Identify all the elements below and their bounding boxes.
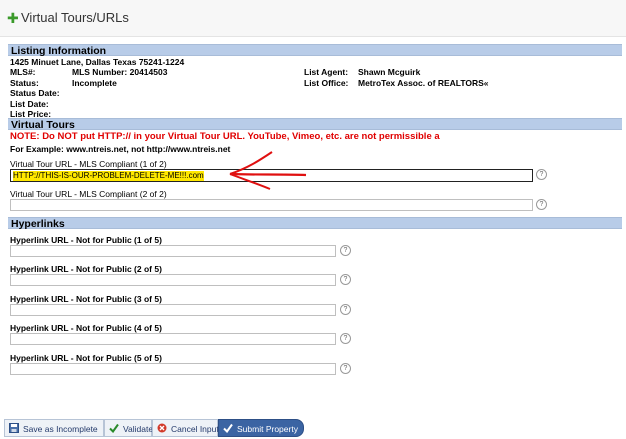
virtual-tour-1-label: Virtual Tour URL - MLS Compliant (1 of 2… — [10, 159, 167, 169]
list-office-value: MetroTex Assoc. of REALTORS« — [358, 78, 489, 88]
hyperlink-2-input[interactable] — [10, 274, 336, 291]
save-disk-icon — [9, 423, 19, 433]
hyperlink-4-field[interactable] — [11, 339, 335, 350]
section-virtual-tours: Virtual Tours — [8, 118, 622, 131]
validate-button[interactable]: Validate — [104, 419, 154, 437]
submit-check-icon — [223, 423, 233, 433]
virtual-tour-1-value: HTTP://THIS-IS-OUR-PROBLEM-DELETE-ME!!!.… — [13, 171, 204, 181]
red-arrow-annotation — [229, 151, 307, 190]
listing-address: 1425 Minuet Lane, Dallas Texas 75241-122… — [10, 57, 185, 67]
help-icon[interactable]: ? — [536, 199, 547, 210]
help-icon[interactable]: ? — [340, 333, 351, 344]
virtual-tour-2-label: Virtual Tour URL - MLS Compliant (2 of 2… — [10, 189, 167, 199]
section-listing-information: Listing Information — [8, 44, 622, 57]
help-icon[interactable]: ? — [340, 363, 351, 374]
hyperlink-5-input[interactable] — [10, 363, 336, 380]
cancel-input-button[interactable]: Cancel Input — [152, 419, 219, 437]
list-office-label: List Office: — [304, 78, 349, 88]
help-icon[interactable]: ? — [340, 245, 351, 256]
save-incomplete-label: Save as Incomplete — [23, 424, 98, 434]
help-icon[interactable]: ? — [340, 274, 351, 285]
help-icon[interactable]: ? — [340, 304, 351, 315]
virtual-tour-2-input[interactable] — [10, 199, 533, 216]
save-incomplete-button[interactable]: Save as Incomplete — [4, 419, 104, 437]
mls-label: MLS#: — [10, 67, 36, 77]
section-hyperlinks: Hyperlinks — [8, 217, 622, 230]
cancel-input-label: Cancel Input — [171, 424, 219, 434]
hyperlink-2-field[interactable] — [11, 280, 335, 291]
cancel-icon — [157, 423, 167, 433]
plus-icon: ✚ — [7, 10, 19, 26]
help-icon[interactable]: ? — [536, 169, 547, 180]
status-value: Incomplete — [72, 78, 117, 88]
hyperlink-4-label: Hyperlink URL - Not for Public (4 of 5) — [10, 323, 162, 333]
hyperlink-5-field[interactable] — [11, 369, 335, 380]
mls-value: MLS Number: 20414503 — [72, 67, 168, 77]
page-title: Virtual Tours/URLs — [21, 10, 129, 25]
checkmark-icon — [109, 423, 119, 433]
list-agent-value: Shawn Mcguirk — [358, 67, 421, 77]
list-agent-label: List Agent: — [304, 67, 349, 77]
hyperlink-1-input[interactable] — [10, 245, 336, 262]
status-date-label: Status Date: — [10, 88, 60, 98]
hyperlink-3-label: Hyperlink URL - Not for Public (3 of 5) — [10, 294, 162, 304]
virtual-tour-note: NOTE: Do NOT put HTTP:// in your Virtual… — [10, 131, 440, 142]
hyperlink-5-label: Hyperlink URL - Not for Public (5 of 5) — [10, 353, 162, 363]
status-label: Status: — [10, 78, 39, 88]
validate-label: Validate — [123, 424, 154, 434]
hyperlink-1-field[interactable] — [11, 251, 335, 262]
virtual-tour-example: For Example: www.ntreis.net, not http://… — [10, 144, 231, 154]
hyperlink-2-label: Hyperlink URL - Not for Public (2 of 5) — [10, 264, 162, 274]
submit-property-label: Submit Property — [237, 424, 298, 434]
virtual-tour-2-field[interactable] — [11, 205, 532, 216]
hyperlink-3-input[interactable] — [10, 304, 336, 321]
submit-property-button[interactable]: Submit Property — [218, 419, 304, 437]
hyperlink-1-label: Hyperlink URL - Not for Public (1 of 5) — [10, 235, 162, 245]
list-date-label: List Date: — [10, 99, 49, 109]
hyperlink-4-input[interactable] — [10, 333, 336, 350]
hyperlink-3-field[interactable] — [11, 310, 335, 321]
title-bar: ✚ Virtual Tours/URLs — [0, 0, 626, 37]
